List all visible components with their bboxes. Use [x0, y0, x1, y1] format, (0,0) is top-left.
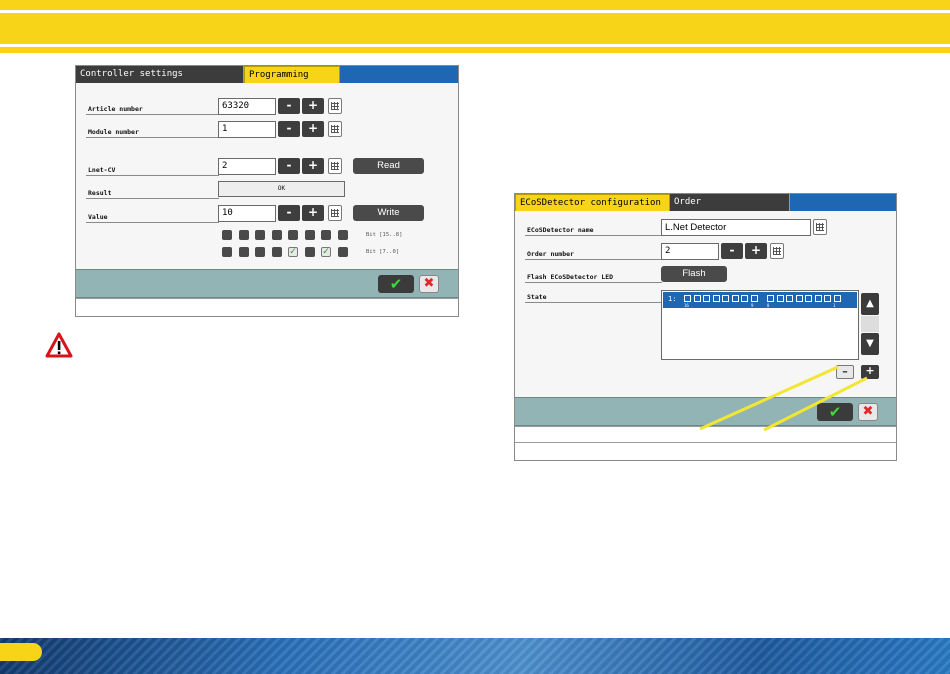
- callout-line-add: [763, 376, 868, 432]
- callout-lines: [699, 365, 868, 432]
- callout-line-remove: [699, 365, 839, 431]
